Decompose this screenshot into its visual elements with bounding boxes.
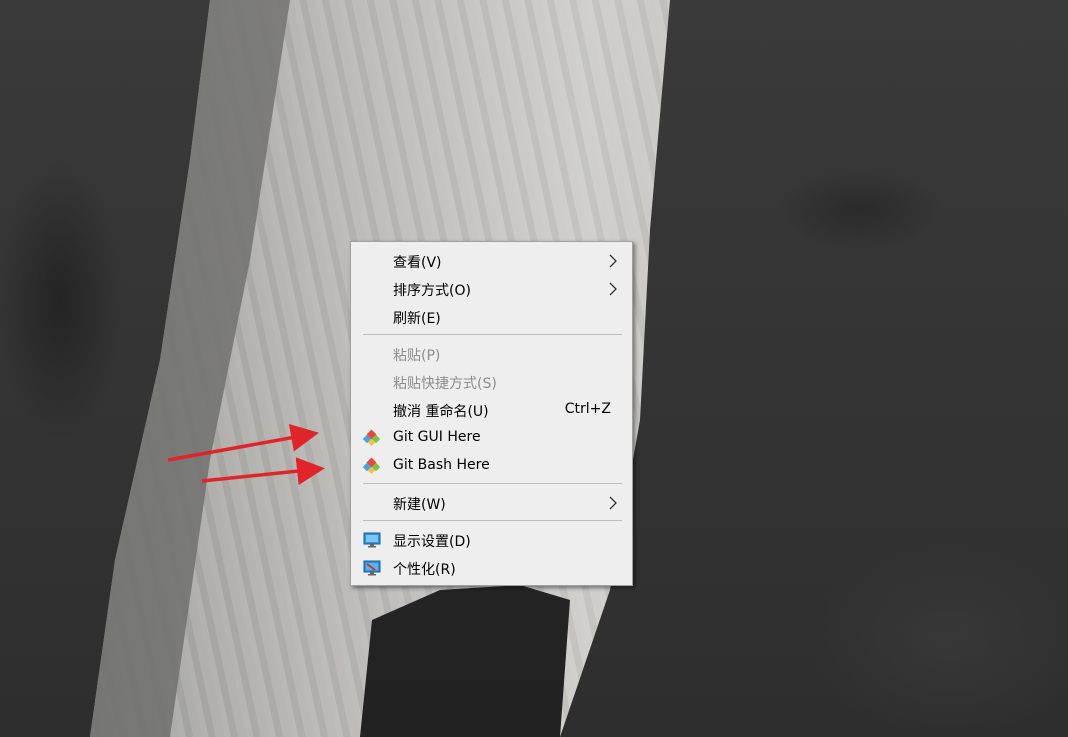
menu-item-label: 粘贴(P) xyxy=(393,348,441,364)
menu-separator xyxy=(363,334,622,335)
menu-item-personalize[interactable]: 个性化(R) xyxy=(352,554,631,582)
menu-item-shortcut: Ctrl+Z xyxy=(564,401,611,417)
menu-item-label: 个性化(R) xyxy=(393,562,456,578)
menu-separator xyxy=(363,520,622,521)
menu-item-git-bash-here[interactable]: Git Bash Here xyxy=(352,452,631,480)
menu-item-paste-shortcut[interactable]: 粘贴快捷方式(S) xyxy=(352,368,631,396)
menu-item-display-settings[interactable]: 显示设置(D) xyxy=(352,526,631,554)
menu-item-paste[interactable]: 粘贴(P) xyxy=(352,340,631,368)
menu-item-label: 新建(W) xyxy=(393,497,446,513)
menu-item-label: 查看(V) xyxy=(393,255,442,271)
menu-item-new[interactable]: 新建(W) xyxy=(352,489,631,517)
git-diamond-icon xyxy=(362,429,382,447)
chevron-right-icon xyxy=(606,281,620,297)
desktop-context-menu: 查看(V) 排序方式(O) 刷新(E) 粘贴(P) 粘贴快捷方式(S) 撤消 重… xyxy=(350,241,633,586)
menu-item-label: 撤消 重命名(U) xyxy=(393,404,489,420)
menu-item-label: 排序方式(O) xyxy=(393,283,471,299)
chevron-right-icon xyxy=(606,253,620,269)
personalize-monitor-icon xyxy=(362,559,382,577)
git-diamond-icon xyxy=(362,457,382,475)
display-monitor-icon xyxy=(362,531,382,549)
menu-item-label: Git GUI Here xyxy=(393,429,481,445)
menu-item-sort-by[interactable]: 排序方式(O) xyxy=(352,275,631,303)
menu-item-view[interactable]: 查看(V) xyxy=(352,247,631,275)
menu-item-label: 刷新(E) xyxy=(393,311,441,327)
menu-separator xyxy=(363,483,622,484)
menu-item-label: Git Bash Here xyxy=(393,457,490,473)
menu-item-label: 显示设置(D) xyxy=(393,534,471,550)
menu-item-refresh[interactable]: 刷新(E) xyxy=(352,303,631,331)
menu-item-label: 粘贴快捷方式(S) xyxy=(393,376,497,392)
red-arrow-git-gui xyxy=(167,423,319,462)
red-arrow-git-bash xyxy=(201,457,325,486)
menu-item-git-gui-here[interactable]: Git GUI Here xyxy=(352,424,631,452)
chevron-right-icon xyxy=(606,495,620,511)
menu-item-undo-rename[interactable]: 撤消 重命名(U) Ctrl+Z xyxy=(352,396,631,424)
